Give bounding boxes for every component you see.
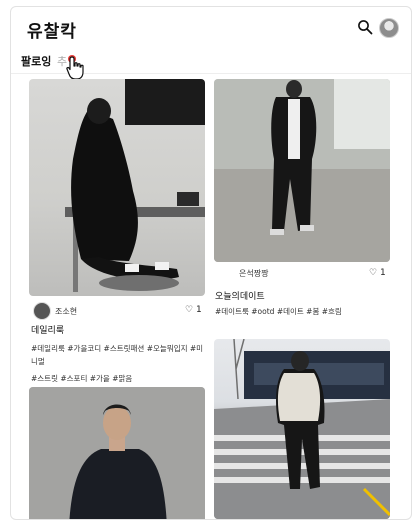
- post-photo-3[interactable]: [29, 387, 205, 519]
- post-2-tags: #데이트룩 #ootd #데이트 #봄 #흐림: [215, 307, 342, 316]
- hand-pointer-icon: [66, 56, 84, 80]
- post-1-like[interactable]: ♡ 1: [185, 305, 202, 315]
- post-2-like[interactable]: ♡ 1: [369, 268, 386, 278]
- search-icon[interactable]: [357, 19, 373, 35]
- post-photo-1[interactable]: [29, 79, 205, 296]
- tab-following[interactable]: 팔로잉: [21, 53, 51, 69]
- app-logo[interactable]: 유찰칵: [27, 17, 77, 42]
- post-1-like-count: 1: [195, 305, 202, 315]
- heart-icon[interactable]: ♡: [185, 305, 193, 315]
- profile-avatar[interactable]: [379, 18, 399, 38]
- post-1-title: 데일리룩: [31, 326, 65, 336]
- feed-screen: 유찰칵 팔로잉 추 조소현 ♡ 1 데일리룩 #데일리룩 #가을코디 #스트릿패…: [10, 6, 412, 520]
- post-1-username[interactable]: 조소현: [55, 306, 77, 317]
- post-1-tags: #데일리룩 #가을코디 #스트릿패션 #오늘뭐입지 #미니멀 #스트릿 #스포티…: [31, 342, 209, 385]
- post-1-tags-line-2: #스트릿 #스포티 #가을 #맑음: [31, 374, 133, 383]
- post-photo-4[interactable]: [214, 339, 390, 519]
- post-1-user-avatar[interactable]: [33, 302, 51, 320]
- post-2-like-count: 1: [379, 268, 386, 278]
- heart-icon[interactable]: ♡: [369, 268, 377, 278]
- app-header: 유찰칵: [11, 7, 411, 49]
- post-2-username[interactable]: 은석짱짱: [239, 268, 268, 279]
- post-1-tags-line-1: #데일리룩 #가을코디 #스트릿패션 #오늘뭐입지 #미니멀: [31, 344, 204, 366]
- post-2-title: 오늘의데이트: [215, 292, 265, 302]
- post-photo-2[interactable]: [214, 79, 390, 262]
